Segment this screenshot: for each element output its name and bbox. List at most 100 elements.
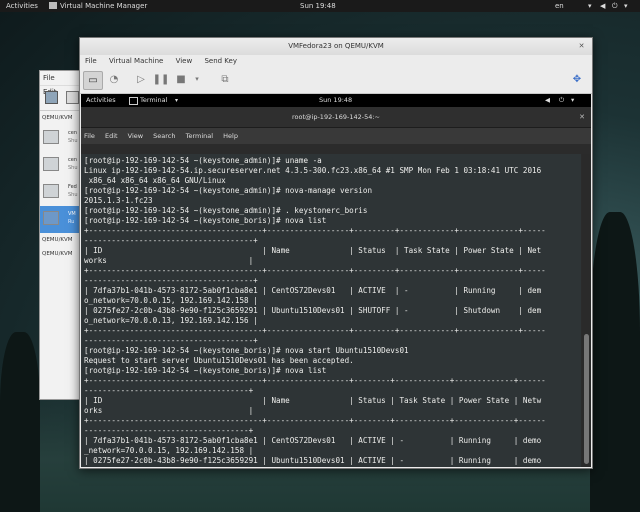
vm-monitor-icon [43, 130, 59, 144]
vm-state: Shu [68, 192, 78, 198]
terminal-line: works | [84, 256, 254, 265]
vm-list-item[interactable]: cen Shu [40, 152, 82, 179]
vm-list-item-selected[interactable]: VM Ru [40, 206, 82, 233]
fullscreen-icon[interactable]: ✥ [568, 71, 586, 88]
power-icon[interactable]: ⏻ [612, 0, 618, 12]
terminal-menu-file[interactable]: File [84, 132, 95, 140]
volume-icon[interactable]: ◀ [545, 94, 550, 107]
terminal-line: x86_64 x86_64 x86_64 GNU/Linux [84, 176, 226, 185]
terminal-line: Request to start server Ubuntu1510Devs01… [84, 356, 354, 365]
vm-name: cen [68, 130, 77, 136]
vm-window-titlebar[interactable]: VMFedora23 on QEMU/KVM ✕ [80, 38, 592, 55]
system-menu-chevron-icon[interactable]: ▾ [624, 0, 628, 12]
host-clock[interactable]: Sun 19:48 [300, 0, 336, 12]
terminal-line: o_network=70.0.0.15, 192.169.142.158 | [84, 296, 258, 305]
vm-monitor-icon [43, 211, 59, 225]
vm-monitor-icon [43, 184, 59, 198]
vmm-window: File Edit QEMU/KVM cen Shu cen Shu Fed S… [39, 70, 83, 400]
terminal-line: [root@ip-192-169-142-54 ~(keystone_boris… [84, 366, 327, 375]
guest-activities-button[interactable]: Activities [86, 94, 116, 107]
pause-icon[interactable]: ❚❚ [152, 71, 170, 88]
vm-name: Fed [68, 184, 77, 190]
terminal-line: +--------------------------------------+… [84, 266, 546, 275]
terminal-menu-search[interactable]: Search [153, 132, 175, 140]
vm-name: cen [68, 157, 77, 163]
shutdown-menu-chevron-icon[interactable]: ▾ [188, 71, 206, 88]
terminal-line: -------------------------------------+ [84, 276, 258, 285]
connection-group-header[interactable]: QEMU/KVM [40, 247, 82, 261]
terminal-menu-help[interactable]: Help [223, 132, 238, 140]
tree-silhouette [590, 212, 640, 512]
vm-menu-send-key[interactable]: Send Key [204, 57, 237, 65]
host-activities-button[interactable]: Activities [6, 0, 38, 12]
host-top-bar: Activities Virtual Machine Manager Sun 1… [0, 0, 640, 12]
vmm-menubar: File Edit [40, 71, 82, 96]
console-view-icon[interactable]: ▭ [83, 71, 103, 90]
terminal-line: | ID | Name | Status | Task State | Powe… [84, 396, 542, 405]
terminal-line: -------------------------------------+ [84, 236, 258, 245]
terminal-line: | 0275fe27-2c0b-43b8-9e90-f125c3659291 |… [84, 456, 542, 465]
terminal-line: | 7dfa37b1-041b-4573-8172-5ab0f1cba8e1 |… [84, 286, 542, 295]
guest-app-menu[interactable]: Terminal [140, 94, 167, 107]
vm-menu-file[interactable]: File [85, 57, 97, 65]
snapshots-icon[interactable]: ⧉ [216, 71, 234, 88]
terminal-line: o_network=70.0.0.13, 192.169.142.156 | [84, 316, 258, 325]
host-app-menu[interactable]: Virtual Machine Manager [60, 0, 147, 12]
new-vm-icon[interactable] [45, 91, 58, 104]
terminal-menu-terminal[interactable]: Terminal [186, 132, 213, 140]
terminal-line: [root@ip-192-169-142-54 ~(keystone_admin… [84, 186, 373, 195]
vm-monitor-icon [43, 157, 59, 171]
guest-display[interactable]: Activities Terminal ▾ Sun 19:48 ◀ ⏻ ▾ ro… [81, 94, 591, 467]
terminal-line: 2015.1.3-1.fc23 [84, 196, 153, 205]
run-icon[interactable]: ▷ [132, 71, 150, 88]
terminal-line: +--------------------------------------+… [84, 416, 546, 425]
terminal-line: -------------------------------------+ [84, 336, 258, 345]
close-icon[interactable]: ✕ [576, 41, 587, 52]
terminal-line: _network=70.0.0.13, 192.169.142.156 | [84, 466, 253, 467]
terminal-line: +--------------------------------------+… [84, 226, 546, 235]
vmm-toolbar [40, 86, 82, 111]
vm-name: VM [68, 211, 76, 217]
vm-window-title: VMFedora23 on QEMU/KVM [288, 42, 384, 50]
vm-list-item[interactable]: cen Shu [40, 125, 82, 152]
vm-menubar: File Virtual Machine View Send Key [80, 55, 592, 68]
open-vm-icon[interactable] [66, 91, 79, 104]
terminal-titlebar[interactable]: root@ip-192-169-142-54:~ ✕ [81, 107, 591, 128]
vm-toolbar: ▭ ◔ ▷ ❚❚ ■ ▾ ⧉ ✥ [80, 68, 592, 94]
terminal-line: [root@ip-192-169-142-54 ~(keystone_boris… [84, 216, 327, 225]
details-bulb-icon[interactable]: ◔ [105, 71, 123, 88]
guest-clock[interactable]: Sun 19:48 [319, 94, 352, 107]
scrollbar-thumb[interactable] [584, 334, 589, 464]
network-icon[interactable]: ▾ [588, 0, 592, 12]
terminal-title: root@ip-192-169-142-54:~ [292, 113, 380, 121]
close-icon[interactable]: ✕ [579, 107, 585, 127]
vm-state: Shu [68, 165, 78, 171]
power-icon[interactable]: ⏻ [559, 94, 564, 107]
tree-silhouette [0, 332, 40, 512]
vmm-menu-file[interactable]: File [43, 74, 55, 82]
connection-group-header[interactable]: QEMU/KVM [40, 111, 82, 125]
vm-state: Ru [68, 219, 75, 225]
terminal-menu-edit[interactable]: Edit [105, 132, 118, 140]
terminal-line: [root@ip-192-169-142-54 ~(keystone_admin… [84, 156, 322, 165]
connection-group-header[interactable]: QEMU/KVM [40, 233, 82, 247]
system-menu-chevron-icon[interactable]: ▾ [571, 94, 574, 107]
volume-icon[interactable]: ◀ [600, 0, 605, 12]
vm-menu-view[interactable]: View [176, 57, 193, 65]
terminal-output[interactable]: [root@ip-192-169-142-54 ~(keystone_admin… [81, 154, 581, 467]
terminal-line: ------------------------------------+ [84, 386, 254, 395]
keyboard-layout-indicator[interactable]: en [555, 0, 564, 12]
terminal-line: orks | [84, 406, 254, 415]
guest-top-bar: Activities Terminal ▾ Sun 19:48 ◀ ⏻ ▾ [81, 94, 591, 107]
terminal-menu-view[interactable]: View [128, 132, 143, 140]
terminal-line: Linux ip-192-169-142-54.ip.secureserver.… [84, 166, 542, 175]
vm-list-item[interactable]: Fed Shu [40, 179, 82, 206]
terminal-line: [root@ip-192-169-142-54 ~(keystone_admin… [84, 206, 368, 215]
app-menu-chevron-icon[interactable]: ▾ [175, 94, 178, 107]
vm-console-window: VMFedora23 on QEMU/KVM ✕ File Virtual Ma… [79, 37, 593, 469]
terminal-line: | ID | Name | Status | Task State | Powe… [84, 246, 542, 255]
vm-menu-virtual-machine[interactable]: Virtual Machine [109, 57, 163, 65]
terminal-line: +--------------------------------------+… [84, 326, 546, 335]
terminal-line: | 7dfa37b1-041b-4573-8172-5ab0f1cba8e1 |… [84, 436, 542, 445]
terminal-scrollbar[interactable] [582, 154, 591, 467]
